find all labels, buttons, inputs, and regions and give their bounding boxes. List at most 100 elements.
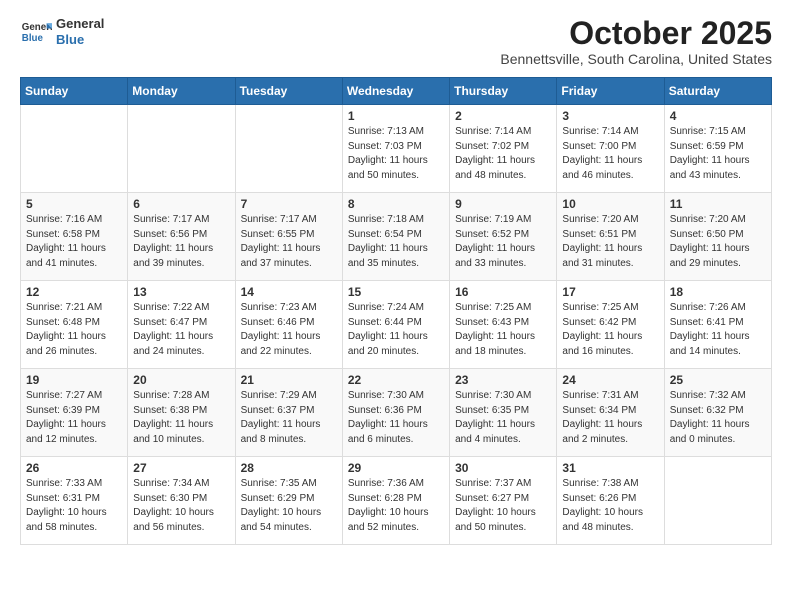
day-content: Sunrise: 7:25 AM Sunset: 6:43 PM Dayligh… xyxy=(455,301,551,359)
calendar-cell: 4 Sunrise: 7:15 AM Sunset: 6:59 PM Daylig… xyxy=(664,105,771,193)
calendar-cell: 5 Sunrise: 7:16 AM Sunset: 6:58 PM Daylig… xyxy=(21,193,128,281)
day-number: 16 xyxy=(455,285,551,299)
calendar-body: 1 Sunrise: 7:13 AM Sunset: 7:03 PM Daylig… xyxy=(21,105,772,545)
calendar-cell: 3 Sunrise: 7:14 AM Sunset: 7:00 PM Daylig… xyxy=(557,105,664,193)
day-number: 15 xyxy=(348,285,444,299)
week-row-1: 5 Sunrise: 7:16 AM Sunset: 6:58 PM Daylig… xyxy=(21,193,772,281)
day-number: 18 xyxy=(670,285,766,299)
day-content: Sunrise: 7:34 AM Sunset: 6:30 PM Dayligh… xyxy=(133,477,229,535)
day-content: Sunrise: 7:15 AM Sunset: 6:59 PM Dayligh… xyxy=(670,125,766,183)
day-content: Sunrise: 7:18 AM Sunset: 6:54 PM Dayligh… xyxy=(348,213,444,271)
calendar-cell: 9Sunrise: 7:19 AM Sunset: 6:52 PM Daylig… xyxy=(450,193,557,281)
month-title: October 2025 xyxy=(500,16,772,51)
calendar-cell: 26 Sunrise: 7:33 AM Sunset: 6:31 PM Dayli… xyxy=(21,457,128,545)
day-content: Sunrise: 7:20 AM Sunset: 6:50 PM Dayligh… xyxy=(670,213,766,271)
day-content: Sunrise: 7:25 AM Sunset: 6:42 PM Dayligh… xyxy=(562,301,658,359)
calendar-cell: 19Sunrise: 7:27 AM Sunset: 6:39 PM Dayli… xyxy=(21,369,128,457)
calendar-cell: 21 Sunrise: 7:29 AM Sunset: 6:37 PM Dayli… xyxy=(235,369,342,457)
day-number: 7 xyxy=(241,197,337,211)
calendar-cell: 22Sunrise: 7:30 AM Sunset: 6:36 PM Dayli… xyxy=(342,369,449,457)
calendar-cell: 2 Sunrise: 7:14 AM Sunset: 7:02 PM Daylig… xyxy=(450,105,557,193)
calendar-cell: 30 Sunrise: 7:37 AM Sunset: 6:27 PM Dayli… xyxy=(450,457,557,545)
day-number: 26 xyxy=(26,461,122,475)
calendar-cell: 25 Sunrise: 7:32 AM Sunset: 6:32 PM Dayli… xyxy=(664,369,771,457)
day-number: 17 xyxy=(562,285,658,299)
day-content: Sunrise: 7:14 AM Sunset: 7:02 PM Dayligh… xyxy=(455,125,551,183)
day-content: Sunrise: 7:23 AM Sunset: 6:46 PM Dayligh… xyxy=(241,301,337,359)
week-row-0: 1 Sunrise: 7:13 AM Sunset: 7:03 PM Daylig… xyxy=(21,105,772,193)
day-content: Sunrise: 7:21 AM Sunset: 6:48 PM Dayligh… xyxy=(26,301,122,359)
week-row-3: 19Sunrise: 7:27 AM Sunset: 6:39 PM Dayli… xyxy=(21,369,772,457)
day-number: 28 xyxy=(241,461,337,475)
calendar-cell: 31Sunrise: 7:38 AM Sunset: 6:26 PM Dayli… xyxy=(557,457,664,545)
calendar-cell: 16 Sunrise: 7:25 AM Sunset: 6:43 PM Dayli… xyxy=(450,281,557,369)
calendar-table: SundayMondayTuesdayWednesdayThursdayFrid… xyxy=(20,77,772,545)
calendar-cell: 29Sunrise: 7:36 AM Sunset: 6:28 PM Dayli… xyxy=(342,457,449,545)
header-day-wednesday: Wednesday xyxy=(342,78,449,105)
day-content: Sunrise: 7:17 AM Sunset: 6:56 PM Dayligh… xyxy=(133,213,229,271)
day-number: 10 xyxy=(562,197,658,211)
day-number: 9 xyxy=(455,197,551,211)
header-day-sunday: Sunday xyxy=(21,78,128,105)
day-number: 5 xyxy=(26,197,122,211)
calendar-cell: 13 Sunrise: 7:22 AM Sunset: 6:47 PM Dayli… xyxy=(128,281,235,369)
calendar-cell: 28 Sunrise: 7:35 AM Sunset: 6:29 PM Dayli… xyxy=(235,457,342,545)
location: Bennettsville, South Carolina, United St… xyxy=(500,51,772,67)
day-content: Sunrise: 7:33 AM Sunset: 6:31 PM Dayligh… xyxy=(26,477,122,535)
calendar-cell: 27 Sunrise: 7:34 AM Sunset: 6:30 PM Dayli… xyxy=(128,457,235,545)
calendar-cell: 15 Sunrise: 7:24 AM Sunset: 6:44 PM Dayli… xyxy=(342,281,449,369)
calendar-cell: 18 Sunrise: 7:26 AM Sunset: 6:41 PM Dayli… xyxy=(664,281,771,369)
day-number: 19 xyxy=(26,373,122,387)
day-number: 4 xyxy=(670,109,766,123)
day-content: Sunrise: 7:13 AM Sunset: 7:03 PM Dayligh… xyxy=(348,125,444,183)
header-day-tuesday: Tuesday xyxy=(235,78,342,105)
logo-icon: General Blue xyxy=(20,16,52,48)
day-content: Sunrise: 7:36 AM Sunset: 6:28 PM Dayligh… xyxy=(348,477,444,535)
day-content: Sunrise: 7:22 AM Sunset: 6:47 PM Dayligh… xyxy=(133,301,229,359)
day-number: 11 xyxy=(670,197,766,211)
day-content: Sunrise: 7:35 AM Sunset: 6:29 PM Dayligh… xyxy=(241,477,337,535)
day-content: Sunrise: 7:24 AM Sunset: 6:44 PM Dayligh… xyxy=(348,301,444,359)
day-number: 2 xyxy=(455,109,551,123)
day-content: Sunrise: 7:32 AM Sunset: 6:32 PM Dayligh… xyxy=(670,389,766,447)
day-content: Sunrise: 7:17 AM Sunset: 6:55 PM Dayligh… xyxy=(241,213,337,271)
logo: General Blue General Blue xyxy=(20,16,104,48)
calendar-cell: 1 Sunrise: 7:13 AM Sunset: 7:03 PM Daylig… xyxy=(342,105,449,193)
day-content: Sunrise: 7:37 AM Sunset: 6:27 PM Dayligh… xyxy=(455,477,551,535)
day-number: 30 xyxy=(455,461,551,475)
day-content: Sunrise: 7:16 AM Sunset: 6:58 PM Dayligh… xyxy=(26,213,122,271)
day-number: 25 xyxy=(670,373,766,387)
day-content: Sunrise: 7:26 AM Sunset: 6:41 PM Dayligh… xyxy=(670,301,766,359)
calendar-cell: 10 Sunrise: 7:20 AM Sunset: 6:51 PM Dayli… xyxy=(557,193,664,281)
week-row-4: 26 Sunrise: 7:33 AM Sunset: 6:31 PM Dayli… xyxy=(21,457,772,545)
day-number: 21 xyxy=(241,373,337,387)
day-content: Sunrise: 7:20 AM Sunset: 6:51 PM Dayligh… xyxy=(562,213,658,271)
page-container: General Blue General Blue October 2025 B… xyxy=(0,0,792,565)
calendar-cell: 14 Sunrise: 7:23 AM Sunset: 6:46 PM Dayli… xyxy=(235,281,342,369)
calendar-cell xyxy=(21,105,128,193)
day-content: Sunrise: 7:29 AM Sunset: 6:37 PM Dayligh… xyxy=(241,389,337,447)
day-number: 13 xyxy=(133,285,229,299)
day-content: Sunrise: 7:30 AM Sunset: 6:36 PM Dayligh… xyxy=(348,389,444,447)
title-section: October 2025 Bennettsville, South Caroli… xyxy=(500,16,772,67)
logo-text: General Blue xyxy=(56,16,104,47)
calendar-cell: 20Sunrise: 7:28 AM Sunset: 6:38 PM Dayli… xyxy=(128,369,235,457)
header-day-thursday: Thursday xyxy=(450,78,557,105)
calendar-cell xyxy=(235,105,342,193)
day-number: 24 xyxy=(562,373,658,387)
calendar-cell xyxy=(664,457,771,545)
calendar-cell: 6 Sunrise: 7:17 AM Sunset: 6:56 PM Daylig… xyxy=(128,193,235,281)
header-day-saturday: Saturday xyxy=(664,78,771,105)
day-number: 8 xyxy=(348,197,444,211)
calendar-cell: 11 Sunrise: 7:20 AM Sunset: 6:50 PM Dayli… xyxy=(664,193,771,281)
day-number: 27 xyxy=(133,461,229,475)
day-number: 12 xyxy=(26,285,122,299)
day-number: 6 xyxy=(133,197,229,211)
day-content: Sunrise: 7:14 AM Sunset: 7:00 PM Dayligh… xyxy=(562,125,658,183)
header-day-monday: Monday xyxy=(128,78,235,105)
day-number: 3 xyxy=(562,109,658,123)
header-day-friday: Friday xyxy=(557,78,664,105)
day-number: 14 xyxy=(241,285,337,299)
week-row-2: 12 Sunrise: 7:21 AM Sunset: 6:48 PM Dayli… xyxy=(21,281,772,369)
day-number: 1 xyxy=(348,109,444,123)
